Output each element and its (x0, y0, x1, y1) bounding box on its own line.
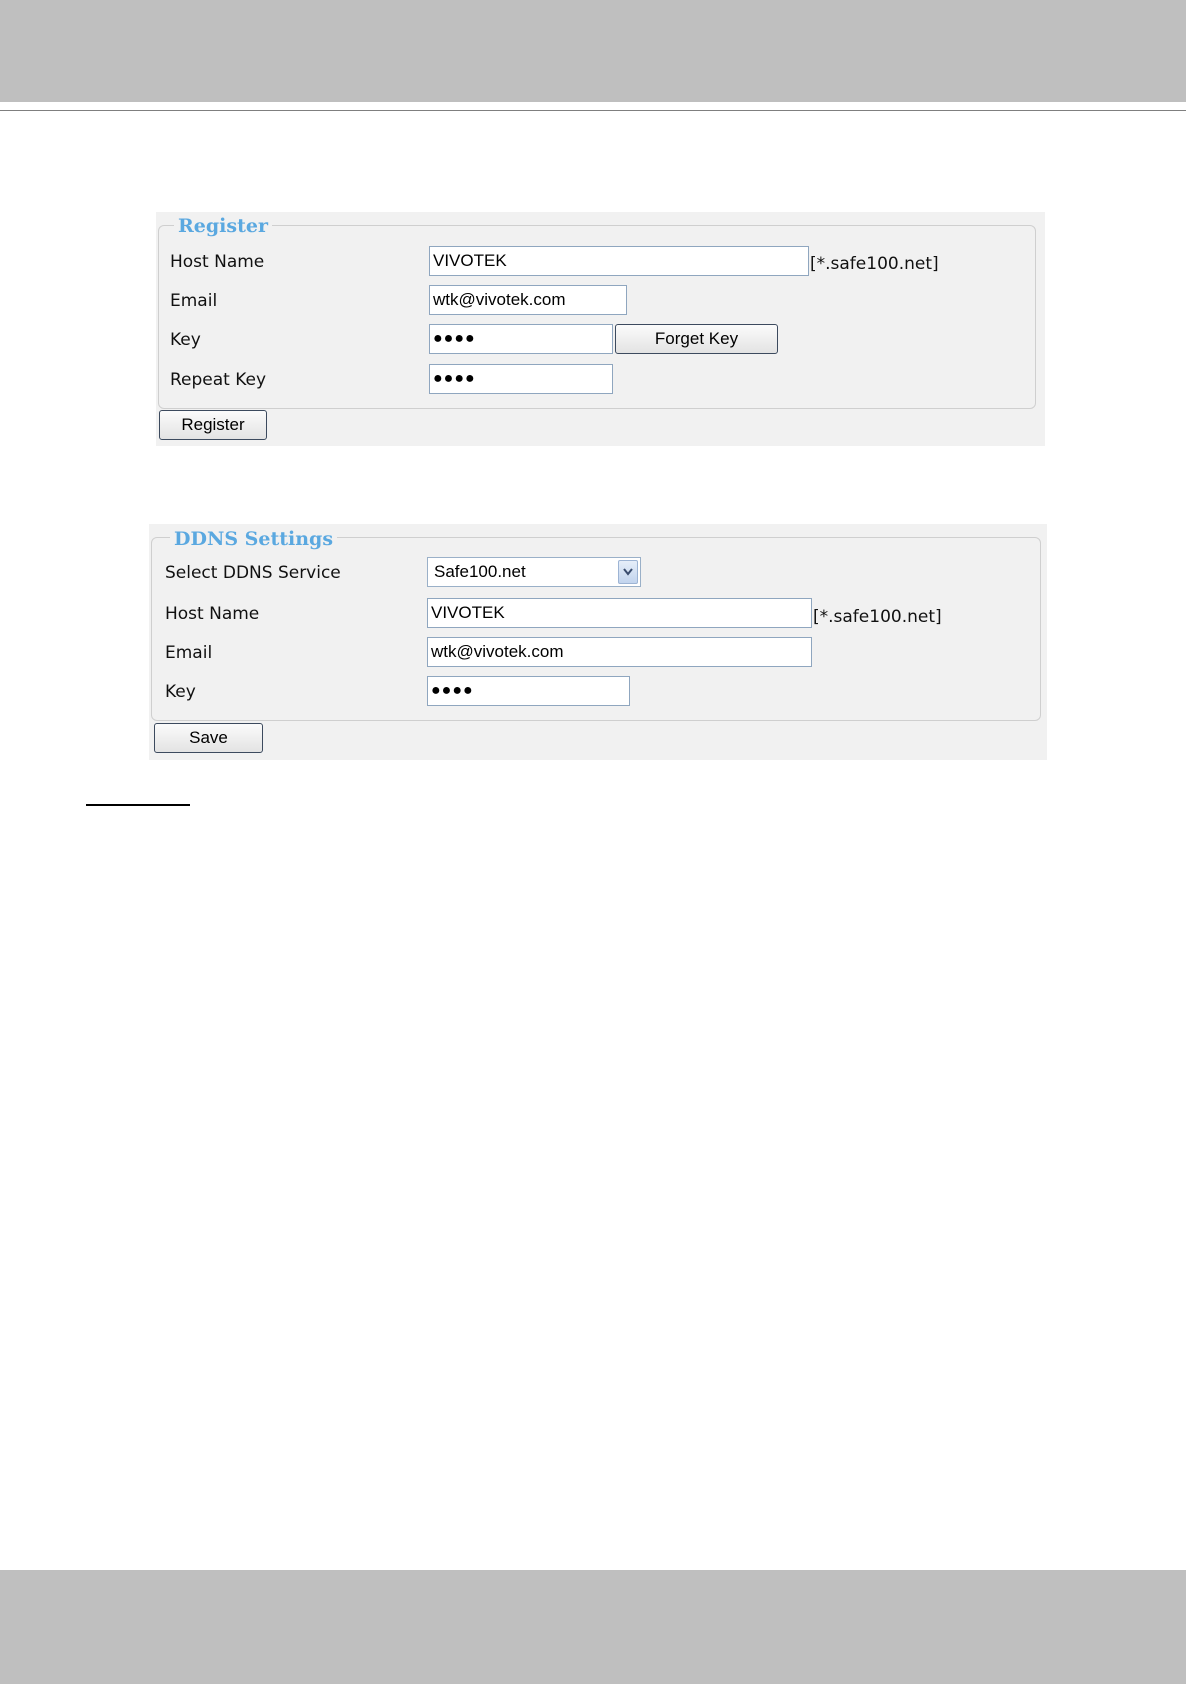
register-repeat-key-input[interactable]: ●●●● (429, 364, 613, 394)
register-key-label: Key (170, 330, 201, 350)
ddns-host-name-input[interactable]: VIVOTEK (427, 598, 812, 628)
header-rule (0, 110, 1191, 111)
ddns-key-input[interactable]: ●●●● (427, 676, 630, 706)
register-button[interactable]: Register (159, 410, 267, 440)
ddns-host-suffix: [*.safe100.net] (813, 607, 942, 627)
ddns-service-label: Select DDNS Service (165, 563, 341, 583)
ddns-settings-panel: DDNS Settings Select DDNS Service Safe10… (149, 524, 1047, 760)
register-email-input[interactable]: wtk@vivotek.com (429, 285, 627, 315)
ddns-email-input[interactable]: wtk@vivotek.com (427, 637, 812, 667)
section-underline (86, 804, 190, 806)
ddns-service-selected-value: Safe100.net (434, 562, 526, 581)
page-edge (1186, 0, 1191, 1684)
ddns-email-label: Email (165, 643, 213, 663)
footer-band (0, 1570, 1191, 1684)
ddns-legend: DDNS Settings (170, 528, 338, 550)
ddns-service-select[interactable]: Safe100.net (427, 557, 641, 587)
register-host-name-label: Host Name (170, 252, 265, 272)
register-repeat-key-label: Repeat Key (170, 370, 267, 390)
register-panel: Register Host Name VIVOTEK [*.safe100.ne… (156, 212, 1045, 446)
ddns-key-label: Key (165, 682, 196, 702)
register-host-suffix: [*.safe100.net] (810, 254, 939, 274)
document-page: Register Host Name VIVOTEK [*.safe100.ne… (0, 0, 1191, 1684)
register-email-label: Email (170, 291, 218, 311)
header-band (0, 0, 1191, 102)
register-host-name-input[interactable]: VIVOTEK (429, 246, 809, 276)
forget-key-button[interactable]: Forget Key (615, 324, 778, 354)
register-key-input[interactable]: ●●●● (429, 324, 613, 354)
chevron-down-icon[interactable] (618, 560, 638, 584)
register-legend: Register (174, 215, 272, 237)
ddns-host-name-label: Host Name (165, 604, 260, 624)
save-button[interactable]: Save (154, 723, 263, 753)
